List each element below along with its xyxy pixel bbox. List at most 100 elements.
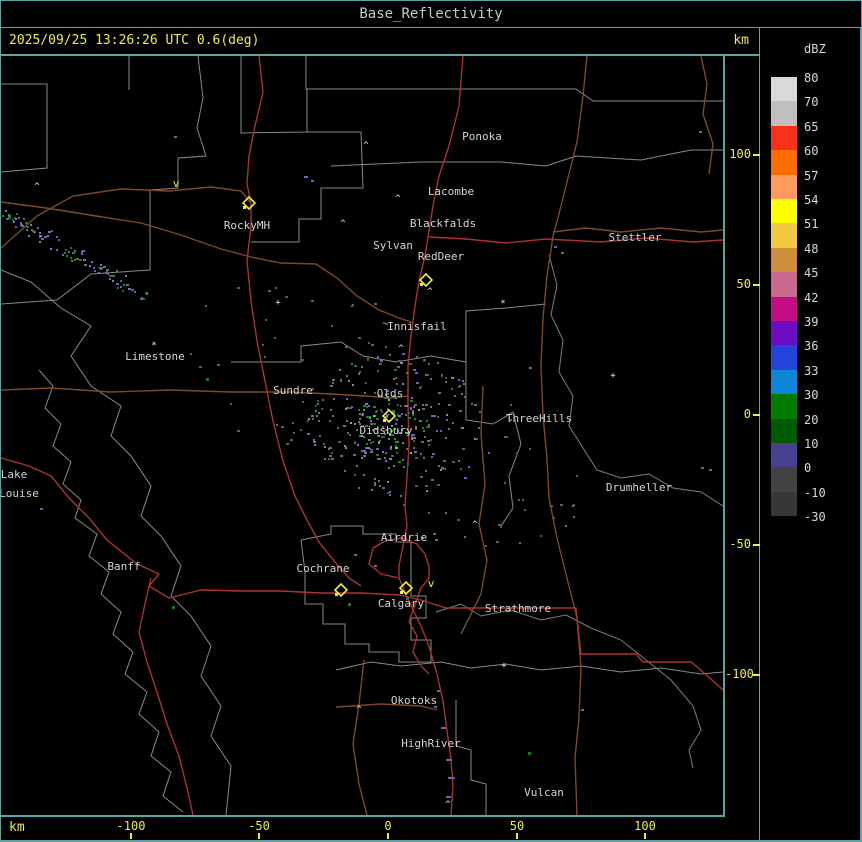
radar-echo-pixel: [438, 392, 441, 394]
radar-echo-pixel: [313, 439, 315, 441]
radar-echo-pixel: [423, 457, 425, 459]
radar-echo-pixel: [374, 565, 377, 567]
right-axis-tick-mark: [753, 284, 760, 286]
radar-echo-pixel: [339, 369, 341, 371]
radar-echo-pixel: [105, 272, 107, 274]
radar-echo-pixel: [361, 450, 363, 452]
radar-echo-pixel: [440, 430, 442, 432]
radar-echo-pixel: [292, 422, 294, 424]
radar-echo-pixel: [458, 386, 460, 388]
radar-echo-pixel: [346, 375, 348, 377]
radar-map-viewport[interactable]: ^ ^ ^ ^ ^ ^ ^ ^ ^ * * + + + Ponoka Lacombe Blackfalds Syl…: [1, 56, 725, 817]
radar-echo-pixel: [425, 404, 428, 406]
radar-echo-pixel: [402, 383, 404, 385]
radar-echo-pixel: [68, 251, 70, 253]
radar-echo-pixel: [389, 354, 391, 356]
bottom-axis-tick-mark: [258, 833, 260, 839]
radar-echo-pixel: [430, 406, 432, 408]
radar-echo-pixel: [463, 383, 465, 385]
radar-echo-pixel: [451, 388, 453, 390]
radar-echo-pixel: [420, 453, 422, 455]
city-label: Banff: [107, 560, 140, 573]
radar-echo-pixel: [431, 479, 434, 481]
radar-echo-pixel: [376, 454, 379, 456]
radar-echo-pixel: [406, 372, 408, 374]
radar-echo-pixel: [72, 252, 75, 254]
radar-echo-pixel: [446, 419, 448, 421]
radar-echo-pixel: [397, 366, 400, 368]
radar-echo-pixel: [437, 416, 439, 418]
radar-echo-pixel: [406, 405, 408, 407]
radar-echo-pixel: [397, 414, 399, 416]
radar-echo-pixel: [474, 404, 477, 406]
colorbar-boundary-label: 80: [804, 71, 819, 85]
radar-echo-pixel: [100, 268, 102, 270]
radar-echo-pixel: [426, 426, 428, 428]
radar-echo-pixel: [428, 363, 430, 365]
colorbar-boundary-label: 10: [804, 437, 819, 451]
radar-echo-pixel: [395, 377, 397, 379]
radar-echo-pixel: [400, 405, 402, 407]
radar-echo-pixel: [464, 477, 467, 479]
radar-echo-pixel: [396, 419, 398, 421]
radar-echo-pixel: [367, 358, 369, 360]
radar-echo-pixel: [394, 369, 397, 371]
radar-echo-pixel: [389, 491, 391, 493]
radar-echo-pixel: [361, 457, 363, 459]
radar-echo-pixel: [93, 267, 95, 269]
city-label: Sylvan: [373, 239, 413, 252]
radar-echo-pixel: [413, 447, 415, 449]
scan-timestamp: 2025/09/25 13:26:26 UTC 0.6(deg): [9, 33, 260, 48]
radar-echo-pixel: [13, 221, 15, 223]
radar-echo-pixel: [312, 418, 314, 420]
radar-echo-pixel: [39, 232, 41, 234]
radar-echo-pixel: [386, 414, 389, 416]
radar-echo-pixel: [276, 424, 278, 426]
radar-echo-pixel: [199, 366, 202, 368]
radar-echo-pixel: [6, 218, 9, 220]
radar-echo-pixel: [337, 427, 339, 429]
radar-echo-pixel: [400, 495, 402, 497]
radar-echo-pixel: [430, 378, 432, 380]
radar-echo-pixel: [461, 393, 463, 395]
radar-echo-pixel: [415, 426, 417, 428]
radar-echo-pixel: [323, 443, 325, 445]
colorbar-block: [771, 174, 797, 199]
radar-echo-pixel: [474, 438, 476, 440]
county-boundary-line: [300, 525, 432, 663]
right-axis-tick-label: 100: [729, 147, 751, 161]
radar-echo-pixel: [415, 428, 417, 430]
radar-map-canvas[interactable]: ^^^^^^^^^**+++PonokaLacombeBlackfaldsSyl…: [1, 56, 723, 815]
radar-echo-pixel: [262, 344, 264, 346]
radar-echo-pixel: [391, 455, 394, 457]
radar-echo-pixel: [311, 300, 314, 302]
map-point-marker: ^: [340, 219, 346, 229]
radar-echo-pixel: [529, 448, 531, 450]
radar-echo-pixel: [378, 442, 380, 444]
site-diamond-tail: [243, 206, 246, 209]
radar-echo-pixel: [48, 231, 51, 233]
radar-echo-pixel: [425, 485, 428, 487]
radar-echo-pixel: [405, 414, 407, 416]
radar-echo-pixel: [363, 455, 366, 457]
colorbar-block: [771, 443, 797, 468]
city-label: Strathmore: [485, 602, 551, 615]
radar-echo-pixel: [393, 378, 395, 380]
radar-echo-pixel: [346, 398, 348, 400]
radar-echo-pixel: [389, 458, 392, 460]
radar-echo-pixel: [70, 257, 72, 259]
site-diamond-tail: [420, 283, 423, 286]
radar-echo-pixel: [126, 284, 129, 286]
radar-echo-pixel: [329, 420, 331, 422]
radar-echo-pixel: [410, 400, 413, 402]
map-point-marker: +: [501, 661, 507, 671]
right-axis-tick-mark: [753, 154, 760, 156]
river-line: [435, 603, 702, 769]
radar-echo-pixel: [107, 273, 109, 275]
radar-echo-pixel: [510, 404, 512, 406]
range-unit-label-bottom: km: [9, 820, 25, 835]
secondary-road-line: [1, 186, 252, 249]
radar-echo-pixel: [352, 384, 354, 386]
radar-echo-pixel: [438, 403, 440, 405]
city-label: Lake: [1, 468, 27, 481]
